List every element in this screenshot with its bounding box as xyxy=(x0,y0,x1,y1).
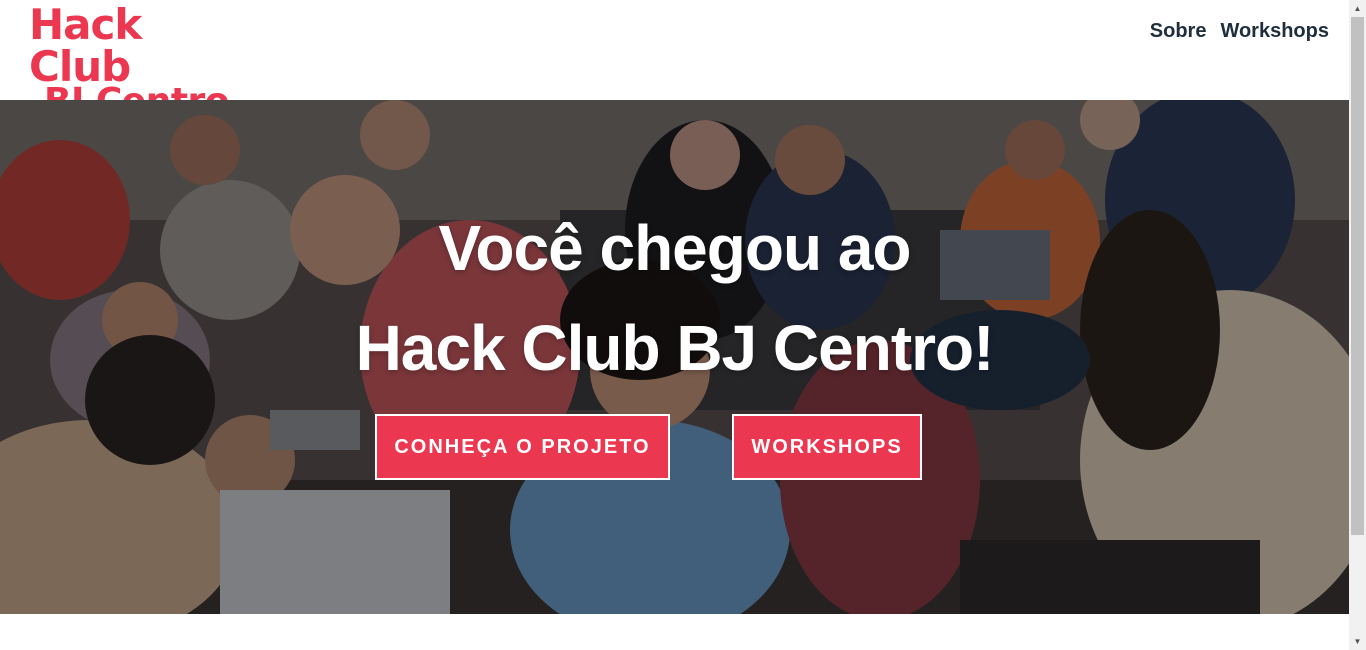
scrollbar-thumb[interactable] xyxy=(1351,17,1364,535)
hero-title-line-1: Você chegou ao xyxy=(438,212,911,284)
hero-section: Você chegou ao Hack Club BJ Centro! CONH… xyxy=(0,100,1349,614)
main-nav: Sobre Workshops xyxy=(1150,20,1329,43)
page-scrollbar[interactable]: ▲ ▼ xyxy=(1349,0,1366,650)
arrow-down-icon[interactable]: ▼ xyxy=(1349,633,1366,650)
nav-link-sobre[interactable]: Sobre xyxy=(1150,20,1207,43)
site-header: Hack Club BJ Centro Sobre Workshops xyxy=(0,0,1349,120)
arrow-up-icon[interactable]: ▲ xyxy=(1349,0,1366,17)
nav-link-workshops[interactable]: Workshops xyxy=(1220,20,1329,43)
hero-title-line-2: Hack Club BJ Centro! xyxy=(355,312,995,384)
learn-project-button[interactable]: CONHEÇA O PROJETO xyxy=(375,414,670,480)
logo-line-1: Hack Club xyxy=(29,0,142,91)
workshops-button[interactable]: WORKSHOPS xyxy=(732,414,922,480)
